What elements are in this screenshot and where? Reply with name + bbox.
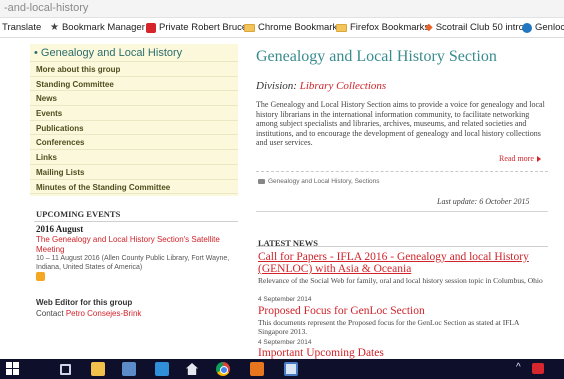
upcoming-events-heading: UPCOMING EVENTS: [36, 209, 121, 219]
last-update: Last update: 6 October 2015: [437, 197, 530, 206]
bookmark-label: Translate: [2, 22, 42, 33]
division-link[interactable]: Library Collections: [300, 80, 386, 92]
news-item-date: 4 September 2014: [258, 296, 312, 303]
folder-icon: [336, 23, 347, 32]
bookmark-label: Bookmark Manager: [61, 22, 145, 33]
notification-flag-icon[interactable]: [532, 363, 544, 374]
tags-line: Genealogy and Local History, Sections: [258, 178, 380, 185]
divider: [256, 211, 548, 212]
intro-paragraph: The Genealogy and Local History Section …: [256, 100, 545, 147]
app-window-icon[interactable]: [284, 362, 298, 376]
home-icon[interactable]: [186, 363, 198, 375]
web-editor-heading: Web Editor for this group: [36, 298, 133, 307]
taskbar: ^: [0, 359, 564, 379]
sidebar-item-mailing-lists[interactable]: Mailing Lists: [30, 165, 238, 180]
news-item-date: 4 September 2014: [258, 339, 312, 346]
folder-icon: [244, 23, 255, 32]
bookmark-chrome-bookmarks[interactable]: Chrome Bookmarks: [244, 22, 342, 33]
division-line: Division: Library Collections: [256, 80, 386, 92]
division-label: Division:: [256, 80, 297, 92]
tags-text[interactable]: Genealogy and Local History, Sections: [268, 178, 380, 185]
divider: [256, 171, 548, 172]
bookmark-translate[interactable]: Translate: [2, 22, 41, 33]
divider: [34, 221, 238, 222]
news-item-title-link[interactable]: Call for Papers - IFLA 2016 - Genealogy …: [258, 251, 548, 275]
sidebar-item-links[interactable]: Links: [30, 150, 238, 165]
contact-label: Contact: [36, 309, 64, 318]
task-view-icon[interactable]: [60, 364, 71, 375]
file-explorer-icon[interactable]: [91, 362, 105, 376]
tray-chevron-icon[interactable]: ^: [516, 362, 521, 373]
sidebar-item-news[interactable]: News: [30, 91, 238, 107]
rss-icon[interactable]: [36, 272, 45, 281]
bookmark-label: Private Robert Bruce: [159, 22, 248, 33]
divider: [256, 246, 548, 247]
page-title: Genealogy and Local History Section: [256, 48, 497, 65]
sidebar-item-standing-committee[interactable]: Standing Committee: [30, 77, 238, 92]
arrow-right-icon: [536, 156, 541, 163]
tag-icon: [258, 179, 265, 184]
sidebar-item-minutes[interactable]: Minutes of the Standing Committee: [30, 180, 238, 195]
news-item-text: This documents represent the Proposed fo…: [258, 318, 519, 336]
star-icon: ★: [50, 22, 59, 33]
app-icon[interactable]: [250, 362, 264, 376]
event-title-link[interactable]: The Genealogy and Local History Section'…: [36, 235, 246, 255]
address-bar[interactable]: -and-local-history: [0, 0, 564, 18]
bookmark-manager[interactable]: ★ Bookmark Manager: [50, 22, 145, 33]
red-square-icon: [146, 22, 156, 33]
url-text[interactable]: -and-local-history: [4, 2, 88, 14]
windows-start-icon[interactable]: [6, 362, 20, 376]
read-more-label: Read more: [499, 154, 534, 163]
bookmark-label: Chrome Bookmarks: [258, 22, 342, 33]
bookmark-private-robert-bruce[interactable]: Private Robert Bruce: [146, 22, 247, 33]
store-icon[interactable]: [155, 362, 169, 376]
contact-name-link[interactable]: Petro Consejes-Brink: [66, 309, 142, 318]
sidebar-heading[interactable]: • Genealogy and Local History: [30, 44, 238, 62]
bookmark-label: Firefox Bookmarks: [350, 22, 430, 33]
news-item-title-link[interactable]: Proposed Focus for GenLoc Section: [258, 305, 548, 317]
sidebar-item-publications[interactable]: Publications: [30, 121, 238, 136]
sidebar-item-more-about[interactable]: More about this group: [30, 62, 238, 77]
sidebar-item-conferences[interactable]: Conferences: [30, 135, 238, 151]
bookmark-label: Genloc b: [535, 22, 564, 33]
web-editor-contact: Contact Petro Consejes-Brink: [36, 309, 141, 318]
news-item-text: Relevance of the Social Web for family, …: [258, 276, 543, 285]
scotrail-icon: ◆: [425, 22, 433, 33]
sidebar-item-events[interactable]: Events: [30, 106, 238, 121]
read-more-link[interactable]: Read more: [499, 154, 541, 163]
news-item-title-link[interactable]: Important Upcoming Dates: [258, 347, 548, 359]
event-description: 10 – 11 August 2016 (Allen County Public…: [36, 255, 230, 271]
bookmarks-bar: Translate ★ Bookmark Manager Private Rob…: [0, 18, 564, 38]
bookmark-firefox-bookmarks[interactable]: Firefox Bookmarks: [336, 22, 429, 33]
bookmark-scotrail[interactable]: ◆ Scotrail Club 50 intro: [425, 22, 524, 33]
photos-icon[interactable]: [122, 362, 136, 376]
wordpress-icon: [522, 22, 532, 33]
bookmark-label: Scotrail Club 50 intro: [435, 22, 524, 33]
sidebar-nav: • Genealogy and Local History More about…: [30, 44, 238, 197]
event-date: 2016 August: [36, 224, 84, 234]
bookmark-genloc[interactable]: Genloc b: [522, 22, 564, 33]
chrome-icon[interactable]: [216, 362, 230, 376]
